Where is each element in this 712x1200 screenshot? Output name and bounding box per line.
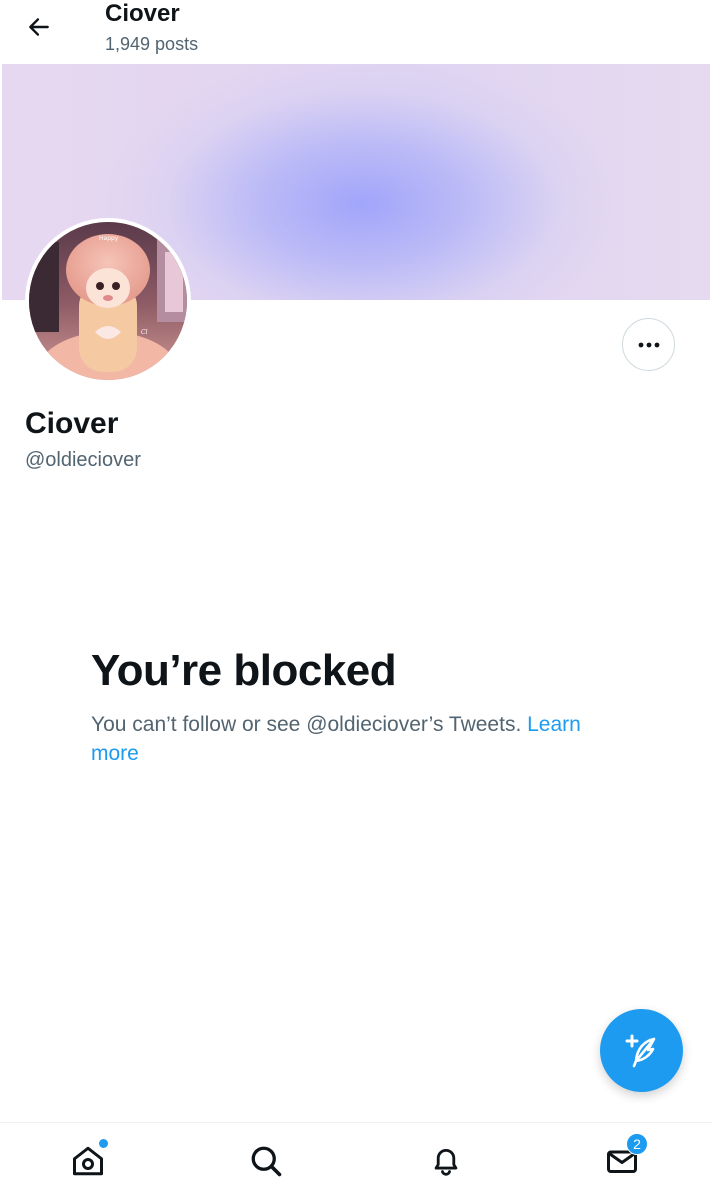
blocked-message: You can’t follow or see @oldieciover’s T… [91,710,631,768]
nav-notifications[interactable] [424,1139,468,1183]
profile-display-name: Ciover [25,407,119,440]
profile-handle: @oldieciover [25,449,141,471]
svg-text:Happy: Happy [99,235,119,242]
bottom-nav: 2 [0,1122,712,1200]
feather-plus-icon [625,1034,655,1067]
messages-badge: 2 [626,1133,648,1155]
nav-home[interactable] [66,1139,110,1183]
more-options-button[interactable] [622,318,675,371]
back-button[interactable] [22,10,56,44]
header-title: Ciover [105,0,180,27]
posts-count: 1,949 posts [105,34,199,54]
svg-text:Cl: Cl [141,329,148,336]
nav-search[interactable] [244,1139,288,1183]
ellipsis-icon [638,342,659,347]
blocked-title: You’re blocked [91,646,397,695]
nav-messages[interactable]: 2 [600,1133,648,1183]
home-icon [73,1146,103,1176]
top-bar: Ciover 1,949 posts [0,0,712,64]
avatar[interactable]: Happy Cl [25,218,191,384]
blocked-message-text: You can’t follow or see @oldieciover’s T… [91,713,522,736]
bell-icon [434,1149,458,1176]
home-unread-dot [99,1139,108,1148]
compose-button[interactable] [600,1009,683,1092]
search-icon [251,1146,282,1177]
arrow-left-icon [29,18,49,36]
